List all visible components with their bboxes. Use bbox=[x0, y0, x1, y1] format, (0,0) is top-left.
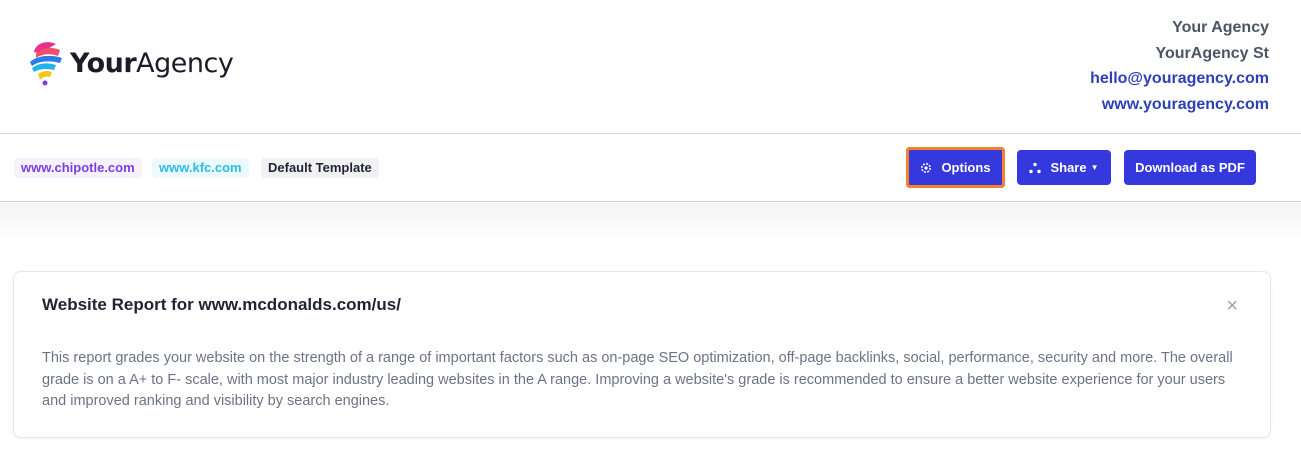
chevron-down-icon: ▼ bbox=[1090, 163, 1099, 172]
report-toolbar: www.chipotle.com www.kfc.com Default Tem… bbox=[0, 134, 1301, 202]
competitor-chip-chipotle[interactable]: www.chipotle.com bbox=[14, 158, 142, 178]
agency-contact: Your Agency YourAgency St hello@youragen… bbox=[1090, 15, 1269, 117]
report-title: Website Report for www.mcdonalds.com/us/ bbox=[42, 295, 401, 314]
share-button-label: Share bbox=[1050, 160, 1087, 175]
gear-icon bbox=[920, 162, 932, 174]
header: YourAgency Your Agency YourAgency St hel… bbox=[0, 0, 1301, 134]
share-icon bbox=[1029, 162, 1042, 174]
options-button-label: Options bbox=[941, 160, 991, 175]
competitor-chip-kfc[interactable]: www.kfc.com bbox=[152, 158, 249, 178]
logo-mark-icon bbox=[30, 42, 62, 86]
share-button[interactable]: Share ▼ bbox=[1017, 150, 1111, 185]
agency-street: YourAgency St bbox=[1155, 44, 1270, 62]
template-chip[interactable]: Default Template bbox=[261, 158, 379, 178]
report-intro-card: Website Report for www.mcdonalds.com/us/… bbox=[13, 271, 1271, 438]
logo-text: YourAgency bbox=[70, 47, 234, 79]
report-description: This report grades your website on the s… bbox=[42, 350, 1233, 410]
agency-website-link[interactable]: www.youragency.com bbox=[1090, 92, 1269, 118]
download-pdf-button[interactable]: Download as PDF bbox=[1124, 150, 1256, 185]
agency-name: Your Agency bbox=[1172, 19, 1269, 36]
agency-logo[interactable]: YourAgency bbox=[26, 38, 234, 88]
options-button[interactable]: Options bbox=[906, 147, 1005, 188]
download-pdf-label: Download as PDF bbox=[1135, 160, 1245, 175]
agency-email-link[interactable]: hello@youragency.com bbox=[1090, 66, 1269, 92]
close-icon[interactable]: × bbox=[1226, 296, 1238, 316]
